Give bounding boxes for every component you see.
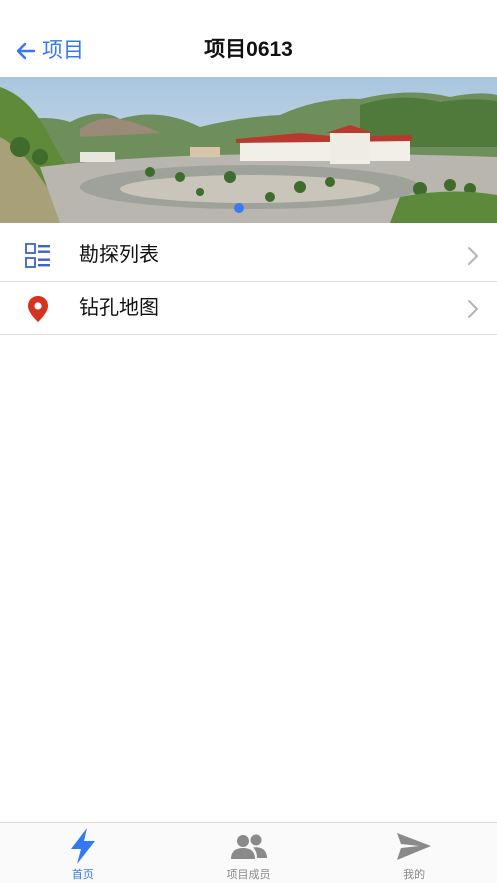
tab-mine[interactable]: 我的 xyxy=(331,823,497,883)
map-pin-icon xyxy=(28,296,48,322)
tab-label: 项目成员 xyxy=(226,869,271,881)
navigation-bar: 项目 项目0613 xyxy=(0,0,497,77)
chevron-right-icon xyxy=(468,300,478,318)
tab-label: 首页 xyxy=(71,869,94,881)
menu-item-borehole-map[interactable]: 钻孔地图 xyxy=(0,282,497,335)
send-icon xyxy=(397,833,432,860)
tab-bar: 首页 项目成员 我的 xyxy=(0,822,497,883)
menu-item-exploration-list[interactable]: 勘探列表 xyxy=(0,229,497,282)
menu-list: 勘探列表 钻孔地图 xyxy=(0,229,497,335)
menu-item-label: 勘探列表 xyxy=(79,244,159,266)
banner-photo xyxy=(0,77,497,223)
menu-item-label: 钻孔地图 xyxy=(79,297,159,319)
chevron-right-icon xyxy=(468,247,478,265)
banner-carousel[interactable] xyxy=(0,77,497,223)
users-icon xyxy=(230,834,267,859)
page-title: 项目0613 xyxy=(204,38,293,61)
tab-label: 我的 xyxy=(403,869,426,881)
carousel-page-indicator xyxy=(234,203,244,213)
tab-home[interactable]: 首页 xyxy=(0,823,166,883)
tab-project-members[interactable]: 项目成员 xyxy=(166,823,332,883)
lightning-icon xyxy=(70,828,95,864)
list-icon xyxy=(25,243,50,268)
